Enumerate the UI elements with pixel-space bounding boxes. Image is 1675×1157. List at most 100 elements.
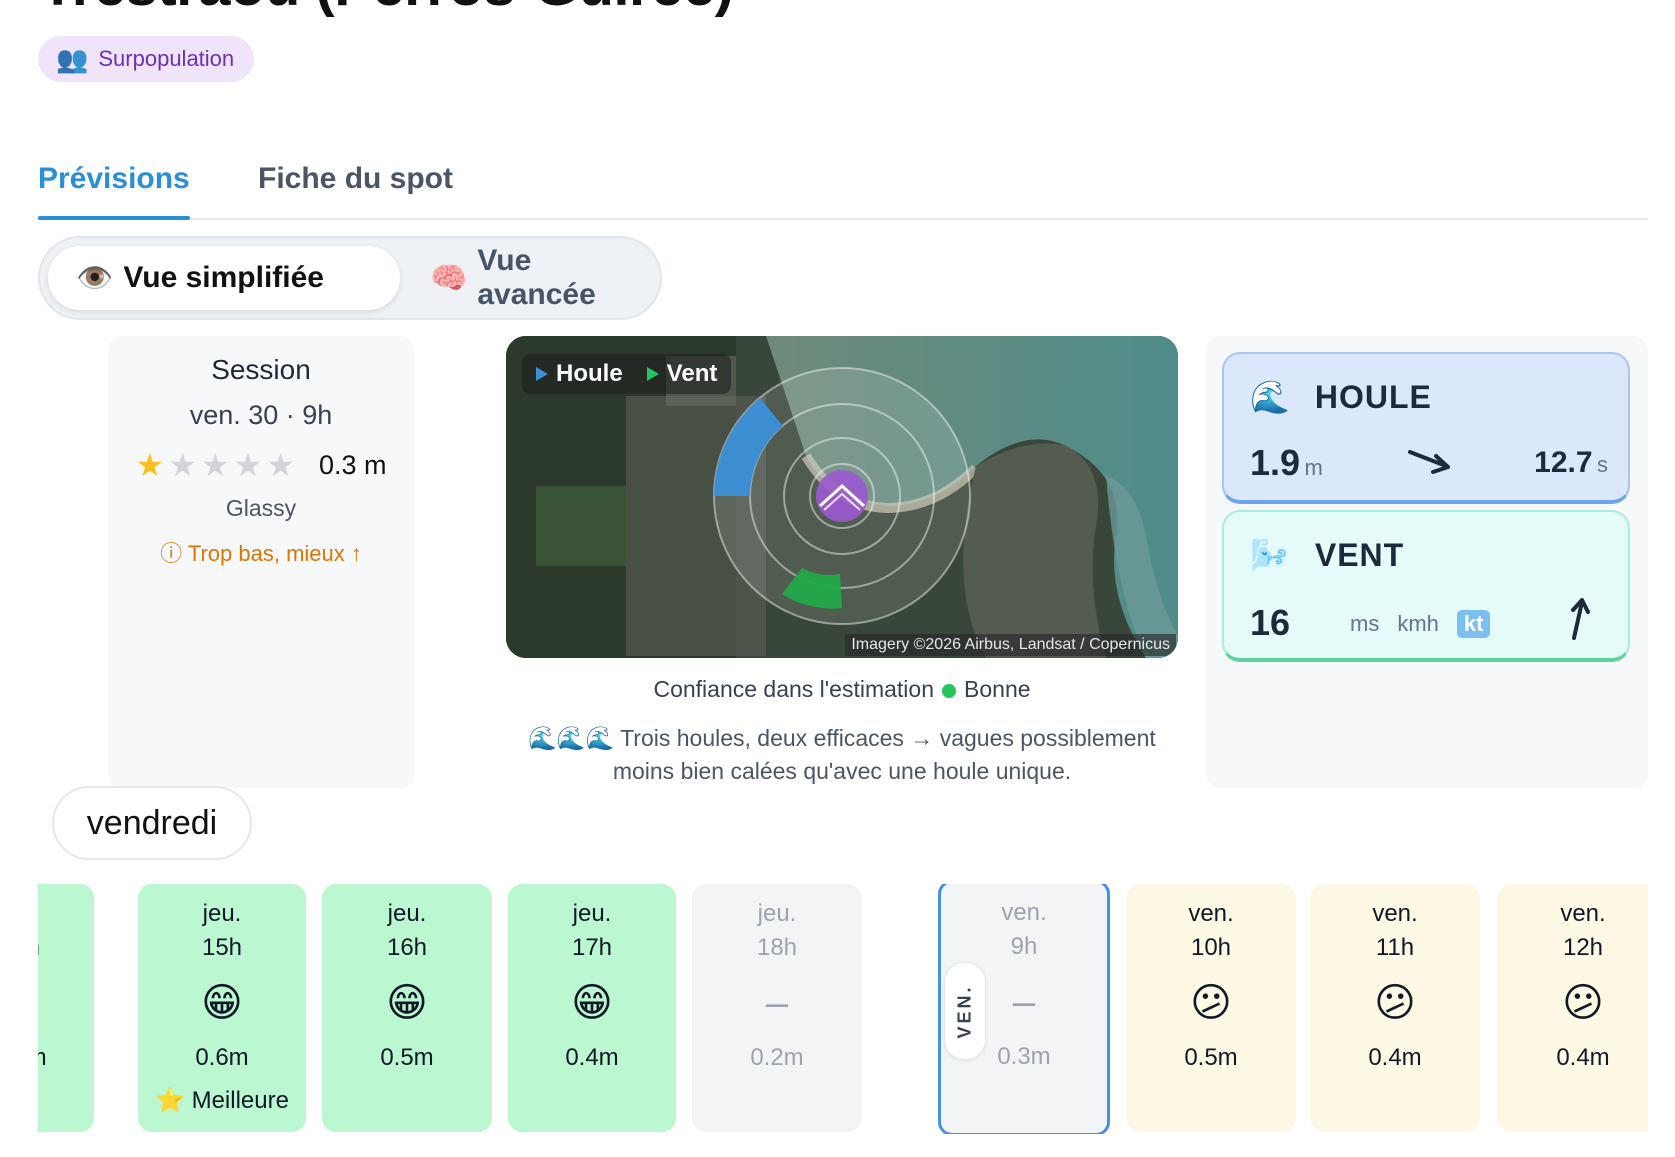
hour-card-hour: 18h (756, 934, 798, 961)
houle-legend-icon (536, 367, 548, 381)
hourly-forecast-strip[interactable]: jeu. 14h 😁 0.6m jeu. 15h 😁 0.6m ⭐ Meilleure jeu. 1… (38, 884, 1648, 1134)
session-condition: Glassy (225, 495, 297, 521)
tab-fiche-du-spot[interactable]: Fiche du spot (258, 162, 453, 196)
hour-card-height: 0.4m (1556, 1044, 1610, 1071)
houle-card[interactable]: 🌊 HOULE 1.9 m 12.7 s (1222, 352, 1630, 504)
session-title: Session (211, 354, 311, 385)
simple-view-label: Vue simplifiée (123, 261, 324, 294)
hour-card-height: 0.4m (1368, 1044, 1422, 1071)
view-toggle: 👁️ Vue simplifiée 🧠 Vue avancée (38, 236, 662, 320)
houle-title: HOULE (1314, 378, 1432, 415)
session-height: 0.3 m (318, 449, 387, 480)
mood-icon: 😁 (571, 981, 613, 1025)
swell-direction-arrow-icon (1408, 450, 1450, 474)
wind-icon: 🌬️ (1250, 537, 1291, 573)
hour-card-height: 0.5m (1184, 1044, 1238, 1071)
rating-stars: ★ ★ ★ ★ ★ (136, 449, 295, 481)
confidence-label: Confiance dans l'estimation (653, 676, 935, 702)
hour-card-day: ven. (1001, 899, 1047, 926)
crowd-badge-label: Surpopulation (98, 46, 235, 71)
eye-icon: 👁️ (76, 261, 114, 295)
tab-bar: Prévisions Fiche du spot (38, 150, 1648, 220)
mood-icon: 😕 (1562, 981, 1604, 1025)
hour-card-height: 0.4m (565, 1044, 619, 1071)
houle-period: 12.7 (1534, 446, 1593, 479)
conditions-panel: 🌊 HOULE 1.9 m 12.7 s 🌬️ VENT 16 ms kmh k… (1206, 336, 1648, 788)
vent-speed: 16 (1250, 602, 1291, 643)
houle-period-unit: s (1597, 452, 1608, 477)
hour-card[interactable]: jeu. 16h 😁 0.5m (322, 884, 492, 1132)
hour-card-day: jeu. (38, 900, 94, 928)
hour-card-hour: 10h (1190, 934, 1232, 961)
hour-card[interactable]: jeu. 14h 😁 0.6m (38, 884, 94, 1132)
vent-card[interactable]: 🌬️ VENT 16 ms kmh kt (1222, 510, 1630, 662)
hour-card-day: jeu. (757, 900, 797, 927)
unit-kt-button[interactable]: kt (1456, 610, 1491, 638)
houle-height-unit: m (1304, 455, 1323, 480)
brain-icon: 🧠 (430, 261, 468, 295)
hour-card-day: ven. (1560, 900, 1606, 927)
hour-card-day: ven. (1188, 900, 1234, 927)
swell-note: 🌊🌊🌊 Trois houles, deux efficaces → vague… (528, 725, 1156, 784)
confidence-line: Confiance dans l'estimation Bonne (506, 676, 1178, 703)
hour-card-hour: 15h (201, 934, 243, 961)
vent-legend-icon (646, 367, 659, 381)
people-icon: 👥 (56, 43, 89, 74)
hour-card-day: jeu. (387, 900, 427, 927)
spot-map[interactable]: Houle Vent Imagery ©2026 Airbus, Landsat… (506, 336, 1178, 658)
hour-card[interactable]: jeu. 17h 😁 0.4m (508, 884, 676, 1132)
hour-card[interactable]: jeu. 18h – 0.2m (692, 884, 862, 1132)
wave-icon: 🌊 (1250, 379, 1291, 415)
star-empty-icon: ★ (233, 447, 263, 483)
hour-card-height: 0.6m (38, 1044, 94, 1072)
mood-icon: 😁 (386, 981, 428, 1025)
hour-card-hour: 11h (1375, 934, 1415, 961)
hour-card-height: 0.5m (380, 1044, 434, 1071)
hour-card-hour: 17h (571, 934, 613, 961)
mood-icon: 😁 (201, 981, 243, 1025)
unit-ms-button[interactable]: ms (1350, 611, 1379, 637)
mood-icon: – (765, 981, 789, 1025)
star-empty-icon: ★ (200, 447, 230, 483)
hour-card-day: jeu. (202, 900, 242, 927)
vent-legend-label: Vent (666, 360, 718, 387)
map-legend: Houle Vent (522, 354, 732, 394)
hour-card-day: jeu. (572, 900, 612, 927)
hour-card-height: 0.6m (195, 1044, 249, 1071)
crowd-badge: 👥 Surpopulation (38, 36, 255, 82)
mood-icon: 😕 (1374, 981, 1416, 1025)
simple-view-button[interactable]: 👁️ Vue simplifiée (48, 246, 400, 310)
page-title: Trestraou (Perros-Guirec) (40, 0, 734, 19)
map-copyright: Imagery ©2026 Airbus, Landsat / Copernic… (845, 634, 1176, 656)
star-empty-icon: ★ (266, 447, 295, 483)
hour-card-hour: 16h (386, 934, 428, 961)
best-session-badge: ⭐ Meilleure (155, 1087, 289, 1114)
hour-card-hour: 9h (1010, 933, 1038, 960)
advanced-view-label: Vue avancée (477, 244, 596, 311)
session-warning: ⓘ Trop bas, mieux ↑ (160, 541, 362, 566)
session-card: Session ven. 30 · 9h ★ ★ ★ ★ ★ 0.3 m Glassy … (108, 336, 414, 788)
hour-card-day: ven. (1372, 900, 1418, 927)
day-separator-label: VEN. (954, 983, 975, 1039)
confidence-value: Bonne (964, 676, 1031, 702)
confidence-dot-icon (942, 683, 957, 698)
houle-height: 1.9 (1250, 442, 1301, 483)
advanced-view-button[interactable]: 🧠 Vue avancée (402, 244, 672, 311)
hour-card[interactable]: ven. 12h 😕 0.4m (1498, 884, 1648, 1132)
day-separator: VEN. (944, 962, 986, 1060)
day-label: vendredi (52, 786, 252, 860)
star-filled-icon: ★ (135, 447, 165, 483)
hour-card-hour: 12h (1562, 934, 1604, 961)
star-empty-icon: ★ (168, 447, 197, 483)
tab-previsions[interactable]: Prévisions (38, 162, 190, 220)
vent-title: VENT (1314, 536, 1405, 573)
hour-card[interactable]: ven. 10h 😕 0.5m (1126, 884, 1296, 1132)
hour-card[interactable]: ven. 11h 😕 0.4m (1310, 884, 1480, 1132)
hour-card[interactable]: jeu. 15h 😁 0.6m ⭐ Meilleure (138, 884, 306, 1132)
hour-card-height: 0.2m (750, 1044, 804, 1071)
spot-center-marker (816, 470, 868, 522)
unit-kmh-button[interactable]: kmh (1397, 611, 1439, 637)
houle-legend-label: Houle (556, 360, 623, 387)
mood-icon: 😁 (38, 980, 94, 1026)
wind-direction-arrow-icon (1571, 598, 1590, 640)
